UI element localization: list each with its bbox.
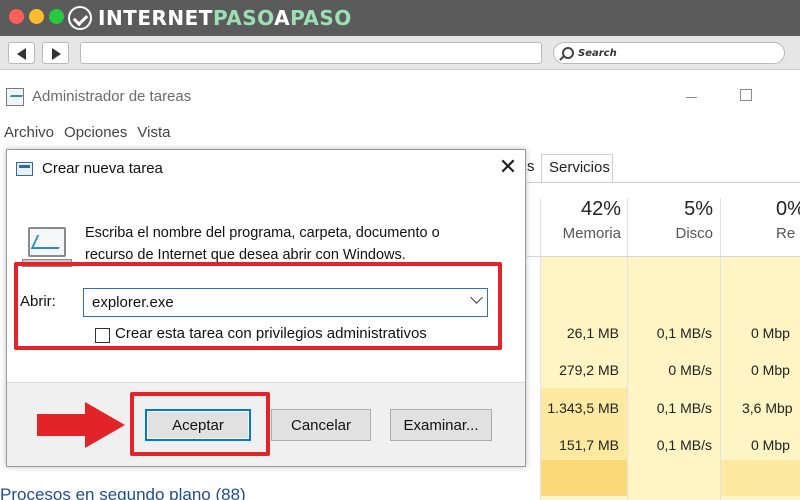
maximize-icon[interactable] [740,89,752,101]
dialog-title: Crear nueva tarea [42,160,163,177]
table-cell: 0 Mbp [751,437,790,453]
minimize-window-dot[interactable] [29,9,44,24]
table-cell: 0 MB/s [668,362,712,378]
table-cell: 0,1 MB/s [656,437,712,453]
tab-divider [527,182,800,183]
header-divider [527,256,800,257]
task-manager-icon [6,88,24,106]
heat-cell [720,460,800,496]
address-bar[interactable] [80,42,542,64]
disco-label: Disco [675,225,713,242]
close-window-dot[interactable] [9,9,24,24]
close-icon[interactable]: ✕ [497,157,519,180]
table-cell: 151,7 MB [559,437,619,453]
memoria-label: Memoria [562,225,621,242]
pointer-arrow-icon [85,402,125,448]
red-label: Re [776,225,796,242]
table-cell: 279,2 MB [559,362,619,378]
red-percent: 0% [776,198,800,220]
disco-percent: 5% [684,198,713,220]
run-program-icon [22,227,72,267]
highlight-accept-button [130,392,270,456]
arrow-left-icon [17,48,26,60]
monitor-shape [28,227,66,257]
browse-button[interactable]: Examinar... [390,409,492,441]
forward-button[interactable] [42,42,69,64]
column-header-memoria[interactable]: 42% Memoria [540,198,621,252]
tab-partial-label[interactable]: s [527,158,535,175]
back-button[interactable] [8,42,35,64]
table-cell: 0 Mbp [751,362,790,378]
heat-cell [540,460,627,496]
menu-vista[interactable]: Vista [137,124,170,141]
pointer-arrow-body [37,414,87,436]
maximize-window-dot[interactable] [49,9,64,24]
menu-opciones[interactable]: Opciones [64,124,127,141]
background-processes-heading[interactable]: Procesos en segundo plano (88) [0,485,246,500]
cancel-button[interactable]: Cancelar [271,409,371,441]
memoria-percent: 42% [580,198,621,220]
minimize-icon[interactable] [686,97,697,98]
browser-navbar: Search [0,36,800,70]
check-logo-icon [68,6,92,30]
table-cell: 0 Mbp [751,325,790,341]
column-header-red[interactable]: 0% Re [720,198,800,252]
task-manager-title: Administrador de tareas [32,88,192,105]
menu-archivo[interactable]: Archivo [4,124,54,141]
table-cell: 26,1 MB [566,325,619,341]
table-cell: 0,1 MB/s [656,325,712,341]
column-header-disco[interactable]: 5% Disco [627,198,713,252]
search-icon [562,47,574,59]
window-icon [16,162,33,176]
arrow-right-icon [52,48,61,60]
table-cell: 0,1 MB/s [656,400,712,416]
tab-servicios[interactable]: Servicios [541,154,613,182]
browser-search-input[interactable]: Search [553,42,785,64]
task-manager-menubar: Archivo Opciones Vista [4,124,170,141]
dialog-description: Escriba el nombre del programa, carpeta,… [85,225,440,263]
table-cell: 3,6 Mbp [742,400,793,416]
browser-titlebar: INTERNETPASOAPASO [0,0,800,36]
site-logo: INTERNETPASOAPASO [68,6,352,30]
logo-wordmark: INTERNETPASOAPASO [98,6,352,30]
table-cell: 1.343,5 MB [547,400,619,416]
highlight-open-field [14,262,502,350]
